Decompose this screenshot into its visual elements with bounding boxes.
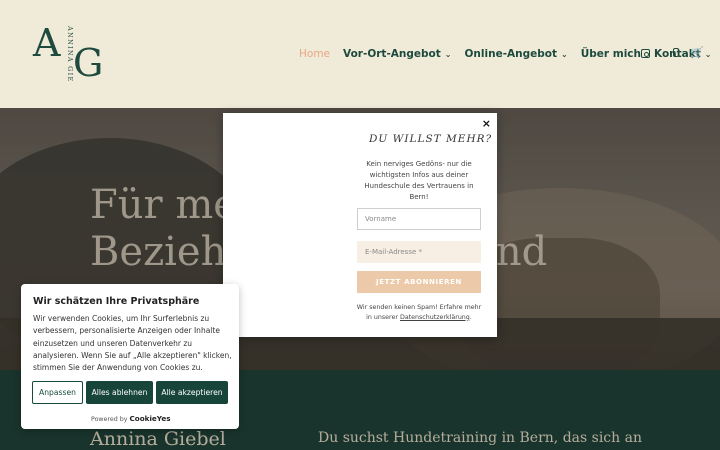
cookie-powered-by: Powered by CookieYes <box>91 414 171 423</box>
logo-wordmark: ANNINA GIEBEL <box>66 26 74 82</box>
cookie-text: Wir verwenden Cookies, um Ihr Surferlebn… <box>33 314 232 373</box>
instagram-icon[interactable] <box>641 49 650 58</box>
logo-letter-a: A <box>33 21 61 65</box>
nav-item-online-angebot[interactable]: Online-Angebot ⌄ <box>465 48 568 60</box>
cookieyes-logo[interactable]: CookieYes <box>130 414 171 423</box>
popup-heading: DU WILLST MEHR? <box>369 133 493 145</box>
email-input[interactable] <box>357 241 481 263</box>
nav-label-vor-ort-angebot: Vor-Ort-Angebot <box>343 48 441 60</box>
cookie-title: Wir schätzen Ihre Privatsphäre <box>33 296 200 307</box>
nav-item-home[interactable]: Home <box>299 48 330 60</box>
cookie-accept-button[interactable]: Alle akzeptieren <box>156 381 228 404</box>
search-icon[interactable] <box>673 48 679 57</box>
cookie-banner: Wir schätzen Ihre Privatsphäre Wir verwe… <box>21 284 239 429</box>
popup-description: Kein nerviges Gedöns- nur die wichtigste… <box>364 160 474 201</box>
cookie-reject-button[interactable]: Alles ablehnen <box>86 381 153 404</box>
nav-item-ueber-mich[interactable]: Über mich <box>581 48 641 60</box>
close-icon[interactable]: × <box>482 117 491 130</box>
firstname-input[interactable] <box>357 208 481 230</box>
nav-item-vor-ort-angebot[interactable]: Vor-Ort-Angebot ⌄ <box>343 48 451 60</box>
chevron-down-icon: ⌄ <box>444 49 452 59</box>
chevron-down-icon: ⌄ <box>704 49 712 59</box>
nav-label-online-angebot: Online-Angebot <box>464 48 558 60</box>
cookie-customize-button[interactable]: Anpassen <box>32 381 83 404</box>
privacy-policy-link[interactable]: Datenschutzerklärung <box>400 314 470 321</box>
cart-icon[interactable]: 🛒 <box>690 46 704 59</box>
site-logo[interactable]: A ANNINA GIEBEL G <box>33 24 107 84</box>
nav-label-home: Home <box>299 48 331 60</box>
logo-letter-g: G <box>73 41 104 85</box>
site-header: A ANNINA GIEBEL G Home Vor-Ort-Angebot ⌄… <box>0 0 720 108</box>
main-nav: Home Vor-Ort-Angebot ⌄ Online-Angebot ⌄ … <box>299 46 720 62</box>
newsletter-popup: × DU WILLST MEHR? Kein nerviges Gedöns- … <box>223 113 497 337</box>
popup-privacy-note: Wir senden keinen Spam! Erfahre mehr in … <box>356 304 482 321</box>
chevron-down-icon: ⌄ <box>561 49 568 59</box>
subscribe-button[interactable]: JETZT ABONNIEREN <box>357 271 481 293</box>
nav-label-ueber-mich: Über mich <box>580 48 641 60</box>
